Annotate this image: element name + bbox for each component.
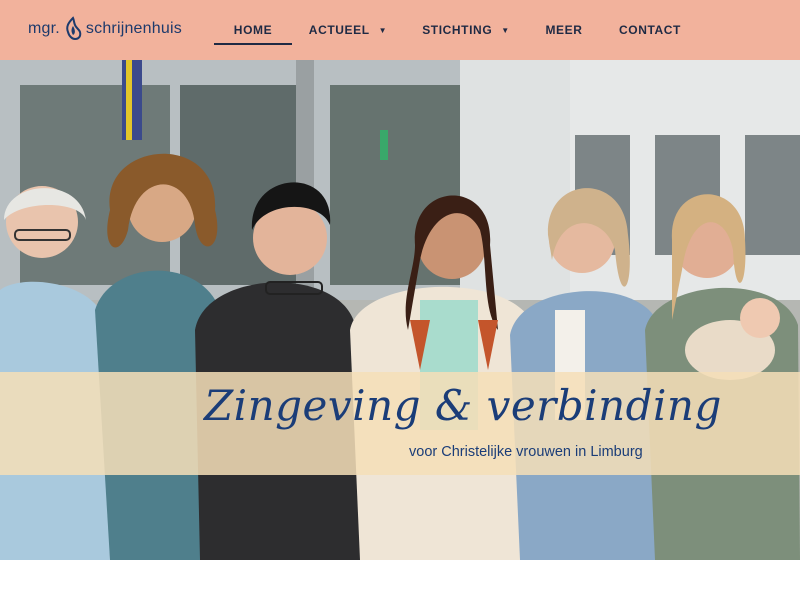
logo-prefix: mgr. — [28, 20, 60, 37]
nav-meer[interactable]: MEER — [536, 0, 592, 60]
page-bottom-strip — [0, 560, 800, 600]
hero-photo — [0, 60, 800, 560]
logo-name: schrijnenhuis — [85, 20, 182, 37]
nav-actueel-label: ACTUEEL — [308, 23, 370, 37]
site-logo[interactable]: mgr. schrijnenhuis — [28, 14, 182, 44]
nav-meer-label: MEER — [545, 23, 583, 37]
nav-stichting[interactable]: STICHTING ▼ — [418, 0, 514, 60]
nav-stichting-label: STICHTING — [422, 23, 493, 37]
hero-title: Zingeving & verbinding — [204, 381, 722, 430]
nav-actueel[interactable]: ACTUEEL ▼ — [306, 0, 390, 60]
flame-icon — [66, 16, 82, 41]
group-photo-illustration — [0, 60, 800, 560]
nav-contact[interactable]: CONTACT — [614, 0, 686, 60]
site-header: mgr. schrijnenhuis HOME ACTUEEL ▼ STICHT… — [0, 0, 800, 60]
hero-subtitle: voor Christelijke vrouwen in Limburg — [409, 444, 643, 460]
nav-contact-label: CONTACT — [619, 23, 681, 37]
nav-home[interactable]: HOME — [214, 0, 292, 60]
nav-home-label: HOME — [233, 23, 273, 37]
caret-down-icon: ▼ — [501, 25, 510, 35]
caret-down-icon: ▼ — [378, 25, 388, 35]
